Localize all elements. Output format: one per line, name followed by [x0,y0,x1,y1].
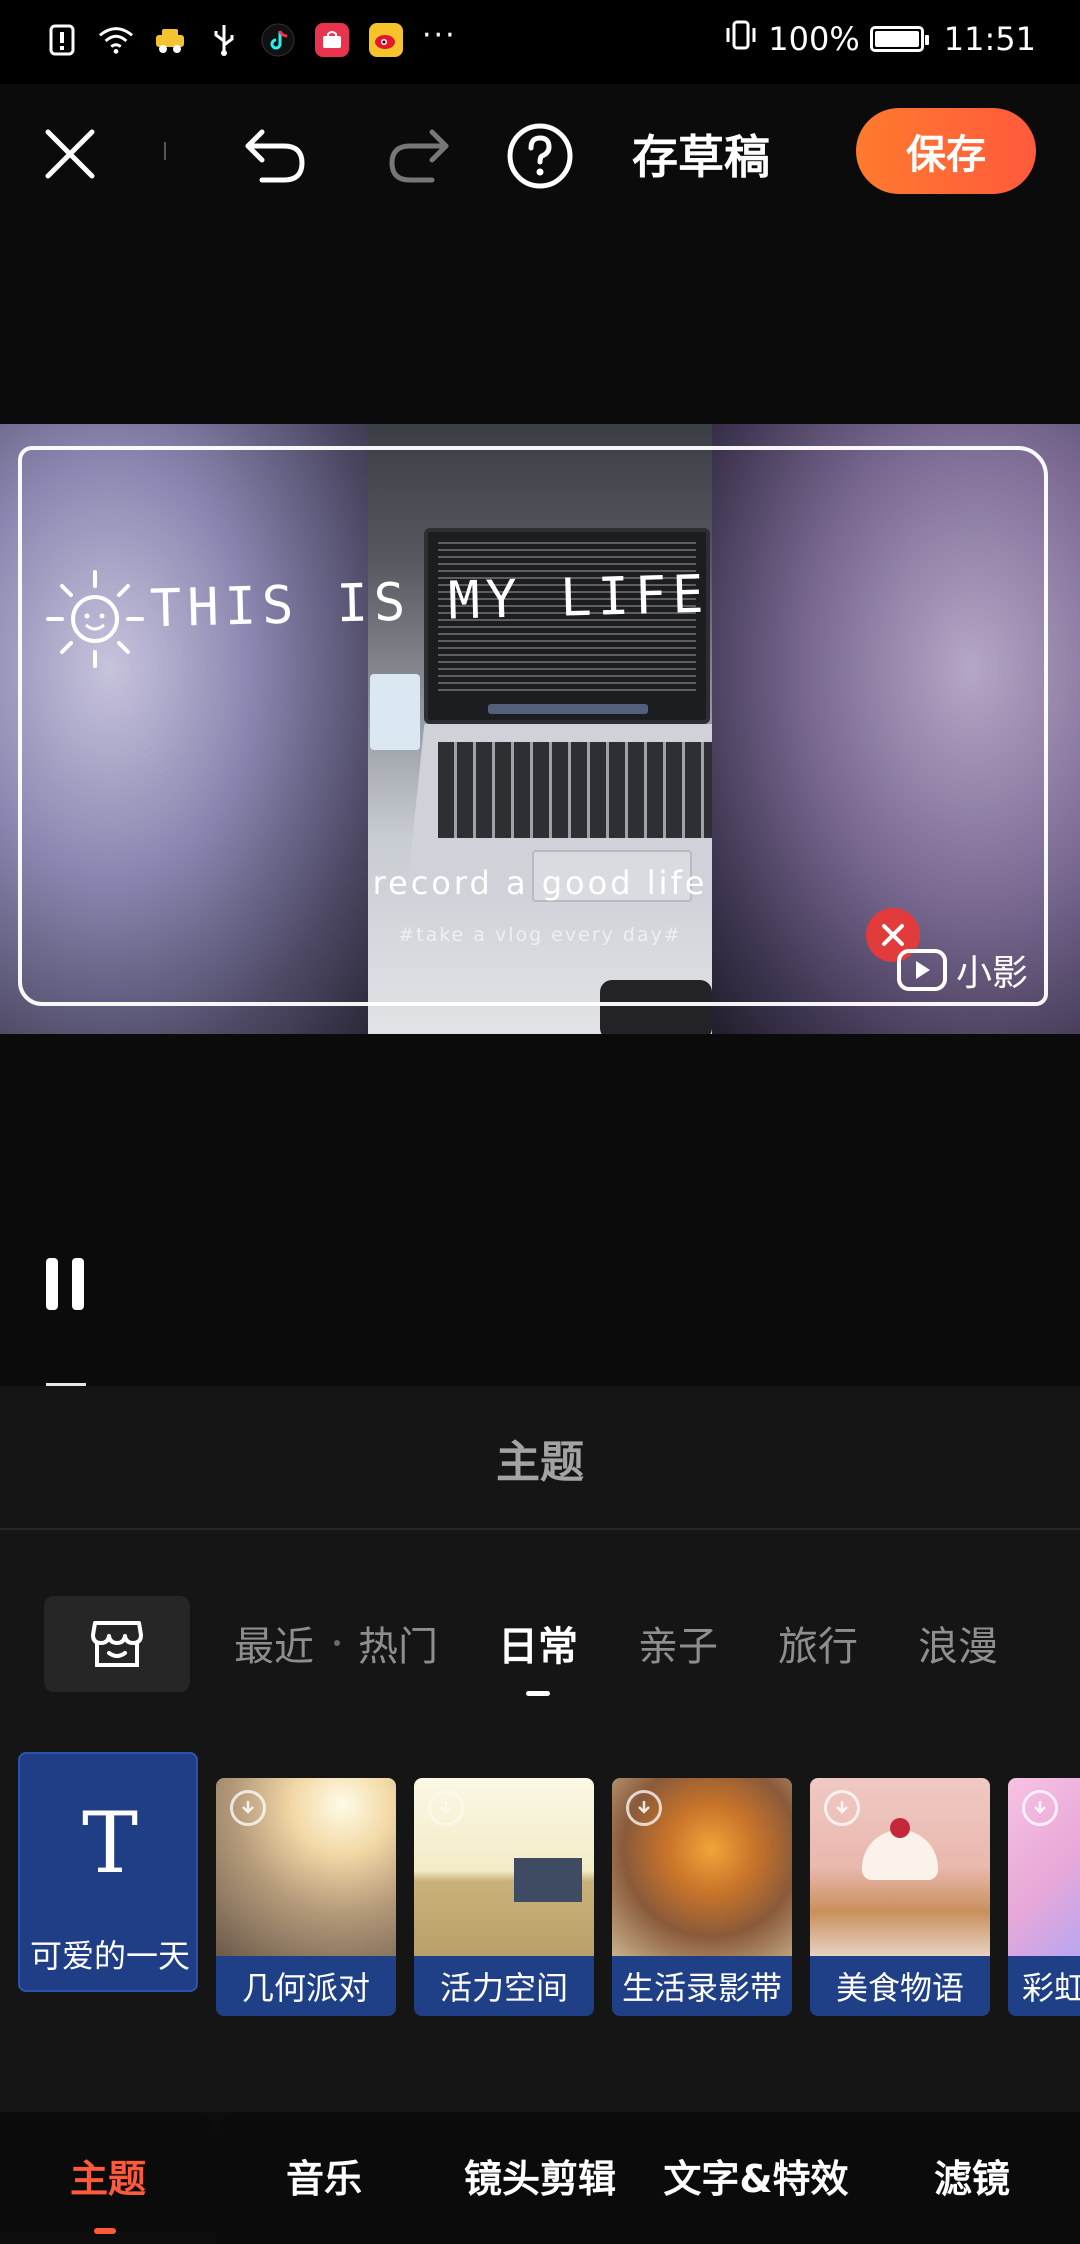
theme-item-rainbow[interactable]: 彩虹 [1008,1778,1080,2016]
save-button[interactable]: 保存 [856,108,1036,194]
shopping-app-icon [314,22,350,58]
bottom-nav: 主题 音乐 镜头剪辑 文字&特效 滤镜 [0,2112,1080,2244]
download-icon [626,1790,662,1826]
nav-music[interactable]: 音乐 [216,2150,432,2201]
close-icon [45,129,95,179]
download-icon [428,1790,464,1826]
theme-item-vitality-space[interactable]: 活力空间 [414,1778,594,2016]
tiktok-app-icon [260,22,296,58]
battery-icon [869,26,929,52]
undo-button[interactable] [232,114,318,194]
theme-label: 活力空间 [414,1956,594,2016]
tab-daily[interactable]: 日常 [498,1614,578,1696]
tab-popular[interactable]: 热门 [358,1614,438,1672]
alert-icon [44,22,80,58]
help-icon [507,123,573,189]
theme-label: 生活录影带 [612,1956,792,2016]
pause-icon-bar [72,1258,84,1310]
theme-item-cute-day[interactable]: T 可爱的一天 [18,1752,198,1992]
theme-list: T 可爱的一天 几何派对 活力空间 生活录影带 美食物语 彩虹 [18,1752,1080,2022]
theme-label: 彩虹 [1008,1956,1080,2016]
tab-romance[interactable]: 浪漫 [918,1614,998,1672]
nav-active-indicator [94,2228,116,2234]
clock: 11:51 [943,20,1036,58]
wifi-icon [98,22,134,58]
tab-family[interactable]: 亲子 [638,1614,718,1672]
watermark-text: 小影 [956,953,1029,994]
download-icon [1022,1790,1058,1826]
panel-title: 主题 [496,1437,584,1488]
sun-doodle-icon [40,564,150,678]
pause-button[interactable] [46,1258,98,1318]
overlay-tagline: #take a vlog every day# [398,924,682,946]
redo-icon [389,129,449,183]
download-icon [824,1790,860,1826]
watermark: 小影 [896,944,1028,996]
tab-travel[interactable]: 旅行 [778,1614,858,1672]
undo-icon [245,129,305,183]
tab-recent[interactable]: 最近 [234,1614,314,1672]
save-draft-button[interactable]: 存草稿 [632,114,770,194]
theme-label: 可爱的一天 [29,1937,190,1975]
nav-theme[interactable]: 主题 [0,2150,216,2201]
pause-icon [46,1258,58,1310]
theme-item-life-videotape[interactable]: 生活录影带 [612,1778,792,2016]
status-icons-left: ··· [44,18,457,58]
theme-label: 几何派对 [216,1956,396,2016]
video-preview[interactable]: THIS IS MY LIFE record a good life #take… [0,424,1080,1034]
download-icon [230,1790,266,1826]
theme-item-geometry-party[interactable]: 几何派对 [216,1778,396,2016]
category-tabs: 最近 热门 日常 亲子 旅行 浪漫 [234,1614,1058,1696]
panel-divider [0,1528,1080,1530]
vibrate-icon [724,18,758,60]
taxi-app-icon [152,22,188,58]
close-button[interactable] [30,114,110,194]
nav-clip-edit[interactable]: 镜头剪辑 [432,2150,648,2201]
more-notifications-icon: ··· [422,17,457,53]
status-icons-right: 100% 11:51 [724,18,1036,60]
battery-percent: 100% [768,20,860,58]
help-button[interactable] [500,116,580,196]
nav-text-effects[interactable]: 文字&特效 [648,2150,864,2201]
status-bar: ··· 100% 11:51 [0,0,1080,84]
editor-toolbar: 存草稿 保存 [0,84,1080,220]
tab-separator-dot [334,1640,340,1646]
toolbar-divider [164,142,166,160]
usb-icon [206,22,242,58]
store-icon [91,1621,143,1667]
nav-filter[interactable]: 滤镜 [864,2150,1080,2201]
theme-item-food-story[interactable]: 美食物语 [810,1778,990,2016]
redo-button[interactable] [376,114,462,194]
text-theme-icon: T [81,1794,139,1892]
overlay-subtitle: record a good life [372,864,708,902]
weibo-app-icon [368,22,404,58]
app-logo-icon [897,949,947,991]
theme-store-button[interactable] [44,1596,190,1692]
theme-label: 美食物语 [810,1956,990,2016]
